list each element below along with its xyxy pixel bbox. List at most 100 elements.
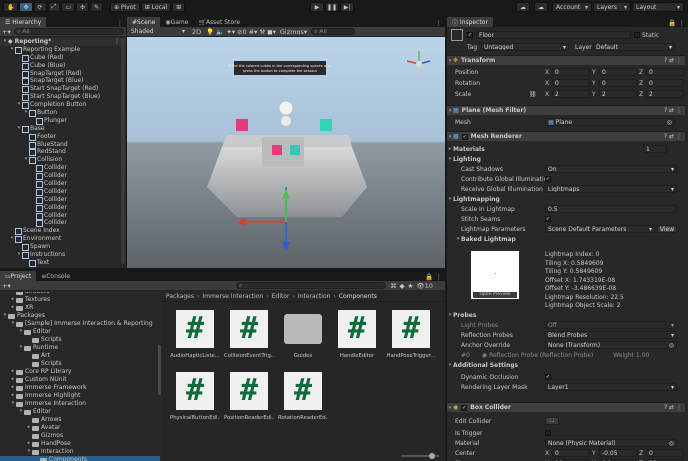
project-folder-item[interactable]: ▾ Runtime — [0, 344, 160, 352]
hierarchy-item[interactable]: Collider — [0, 172, 126, 180]
position-vector-y-field[interactable]: 0 — [599, 68, 637, 76]
view-button[interactable]: View — [657, 225, 677, 233]
materials-count-field[interactable]: 1 — [643, 145, 667, 153]
scene-viewport[interactable]: Place the colored cubes in the correspon… — [127, 37, 445, 268]
center-vector-z-field[interactable]: 0 — [646, 449, 684, 457]
hierarchy-item[interactable]: Collider — [0, 180, 126, 188]
project-folder-item[interactable]: Art — [0, 352, 160, 360]
mesh-field[interactable]: ▦ Plane ◎ — [545, 118, 675, 126]
project-folder-item[interactable]: ▸ XR — [0, 304, 160, 312]
rendering-layer-dropdown[interactable]: Layer1 ▾ — [545, 383, 677, 391]
account-dropdown[interactable]: Account ▾ — [552, 2, 592, 12]
box-collider-header[interactable]: ▾ ◉ ✓ Box Collider ? ⇄ ⋮ — [447, 402, 685, 412]
hierarchy-item[interactable]: ▾ Instructions — [0, 251, 126, 259]
layer-dropdown[interactable]: Default ▾ — [593, 43, 675, 51]
project-folder-item[interactable]: ▾ Immerse Interaction — [0, 400, 160, 408]
hierarchy-item[interactable]: ▾ Button — [0, 109, 126, 117]
step-button[interactable]: ▶| — [340, 2, 354, 12]
script-asset[interactable]: # PositionReaderEdi... — [224, 372, 274, 421]
object-name-input[interactable]: Floor — [476, 31, 631, 39]
zoom-slider-thumb[interactable] — [429, 453, 435, 459]
tab-project[interactable]: ▭ Project — [0, 271, 37, 281]
collider-material-field[interactable]: None (Physic Material) ◎ — [545, 439, 677, 447]
gizmos-dropdown[interactable]: Gizmos▾ — [278, 28, 309, 36]
hierarchy-item[interactable]: ▾ Collision — [0, 156, 126, 164]
rect-tool-button[interactable]: ▭ — [61, 2, 76, 12]
hierarchy-item[interactable]: Spawn — [0, 243, 126, 251]
script-asset[interactable]: # CollisionEventTrig... — [224, 310, 274, 359]
object-picker-icon[interactable]: ◎ — [667, 119, 672, 125]
project-folder-item[interactable]: ▸ HandPose — [0, 440, 160, 448]
hierarchy-item[interactable]: Start SnapTarget (Blue) — [0, 93, 126, 101]
scale-vector-y-field[interactable]: 2 — [599, 90, 637, 98]
open-preview-button[interactable]: Open Preview — [473, 292, 517, 298]
script-asset[interactable]: # RotationReaderEd... — [278, 372, 328, 421]
project-folder-item[interactable]: Components — [0, 456, 160, 461]
tab-inspector[interactable]: ⓘ Inspector — [447, 17, 493, 27]
hierarchy-item[interactable]: ▾ Reporting Example — [0, 46, 126, 54]
scale-vector-x-field[interactable]: 2 — [552, 90, 590, 98]
script-asset[interactable]: # AudioHapticListe... — [170, 310, 220, 359]
breadcrumb-item[interactable]: Packages — [166, 293, 194, 300]
pivot-toggle[interactable]: ⊕ Pivot — [110, 2, 140, 12]
hierarchy-item[interactable]: Collider — [0, 219, 126, 227]
link-icon[interactable]: ⛓ — [529, 91, 537, 98]
tab-scene[interactable]: # Scene — [127, 17, 161, 27]
hierarchy-item[interactable]: Plunger — [0, 117, 126, 125]
hierarchy-scrollbar[interactable] — [121, 38, 125, 264]
tag-dropdown[interactable]: Untagged ▾ — [481, 43, 569, 51]
rotation-vector-y-field[interactable]: 0 — [599, 79, 637, 87]
transform-tool-button[interactable]: ✣ — [76, 2, 90, 12]
hierarchy-item[interactable]: Cube (Red) — [0, 54, 126, 62]
hierarchy-item[interactable]: Start SnapTarget (Red) — [0, 85, 126, 93]
hierarchy-item[interactable]: RedStand — [0, 148, 126, 156]
hierarchy-search-input[interactable]: ⌕ All — [14, 28, 124, 35]
transform-header[interactable]: ▾ ✥ Transform ? ⇄ ⋮ — [447, 55, 685, 65]
stitch-seams-checkbox[interactable]: ✓ — [545, 216, 551, 222]
object-picker-icon[interactable]: ◎ — [669, 440, 674, 446]
box-collider-enabled-checkbox[interactable]: ✓ — [461, 404, 468, 411]
project-folder-item[interactable]: ▾ Editor — [0, 328, 160, 336]
component-menu-icon[interactable]: ? ⇄ ⋮ — [664, 404, 682, 411]
hierarchy-item[interactable]: ▾ Environment — [0, 235, 126, 243]
grid-dropdown-icon[interactable]: #▾ — [249, 28, 258, 36]
visibility-icon[interactable]: 👁10 — [416, 282, 433, 290]
2d-toggle[interactable]: 2D — [189, 28, 204, 36]
project-folder-item[interactable]: Arrows — [0, 416, 160, 424]
hierarchy-item[interactable]: ▾ ◆ Reporting* ⋮ — [0, 38, 126, 46]
project-folder-item[interactable]: ▸ Avatar — [0, 424, 160, 432]
layers-dropdown[interactable]: Layers ▾ — [593, 2, 631, 12]
contribute-gi-checkbox[interactable]: ✓ — [545, 176, 551, 182]
cast-shadows-dropdown[interactable]: On ▾ — [545, 165, 677, 173]
hierarchy-item[interactable]: BlueStand — [0, 141, 126, 149]
hierarchy-item[interactable]: SnapTarget (Blue) — [0, 77, 126, 85]
object-picker-icon[interactable]: ◎ — [669, 342, 674, 348]
hand-tool-button[interactable]: ✋ — [3, 2, 19, 12]
breadcrumb-item[interactable]: Editor — [272, 293, 290, 300]
breadcrumb-item[interactable]: Components — [339, 293, 377, 300]
scene-search-input[interactable]: ⌕ All — [311, 28, 356, 35]
script-asset[interactable]: # HandPoseTrigger... — [386, 310, 436, 359]
is-trigger-checkbox[interactable] — [545, 430, 551, 436]
play-button[interactable]: ▶ — [310, 2, 324, 12]
effects-dropdown-icon[interactable]: ✦▾ — [226, 28, 235, 36]
lightmap-preview[interactable]: Open Preview — [471, 251, 519, 299]
project-folder-item[interactable]: Scripts — [0, 360, 160, 368]
anchor-override-field[interactable]: None (Transform) ◎ — [545, 341, 677, 349]
project-folder-item[interactable]: ▸ Core RP Library — [0, 368, 160, 376]
hierarchy-item[interactable]: Cube (Blue) — [0, 62, 126, 70]
lightmap-params-dropdown[interactable]: Scene Default Parameters ▾ — [545, 225, 655, 233]
scale-lightmap-field[interactable]: 0.5 — [545, 205, 677, 213]
hierarchy-item[interactable]: Collider — [0, 212, 126, 220]
project-folder-item[interactable]: Gizmos — [0, 432, 160, 440]
tab-hierarchy[interactable]: ☰ Hierarchy — [0, 17, 47, 27]
tab-console[interactable]: ≡ Console — [36, 271, 76, 281]
hierarchy-item[interactable]: Footer — [0, 133, 126, 141]
project-folder-item[interactable]: ▾ Editor — [0, 408, 160, 416]
component-menu-icon[interactable]: ? ⇄ ⋮ — [664, 107, 682, 114]
layout-dropdown[interactable]: Layout ▾ — [632, 2, 684, 12]
project-folder-item[interactable]: ▾ [Sample] Immerse Interaction & Reportin… — [0, 320, 160, 328]
reflection-probes-dropdown[interactable]: Blend Probes ▾ — [545, 331, 677, 339]
lighting-toggle-icon[interactable]: 💡 — [206, 28, 214, 36]
panel-menu-icon[interactable]: 🔒 ⋮ — [425, 273, 445, 281]
